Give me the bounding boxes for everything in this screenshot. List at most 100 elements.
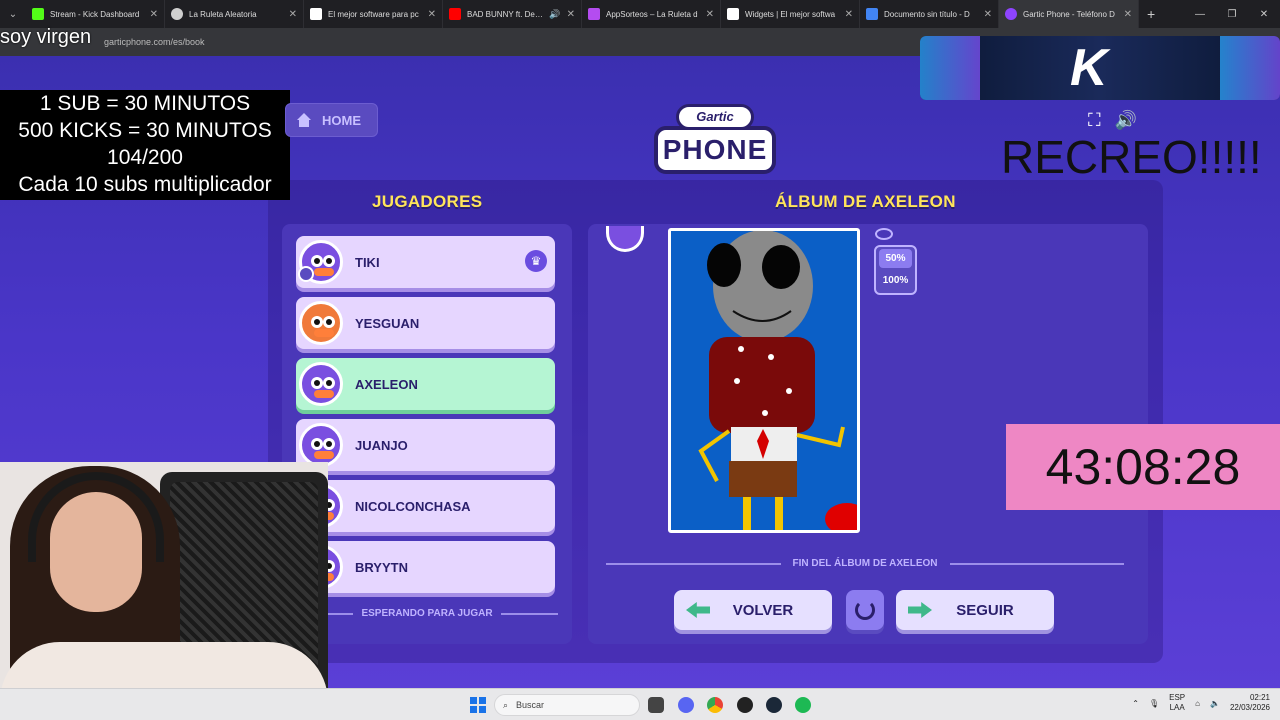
- close-tab-icon[interactable]: ✕: [428, 9, 436, 20]
- album-end-label: FIN DEL ÁLBUM DE AXELEON: [792, 558, 938, 569]
- volume-icon[interactable]: 🔊: [1115, 110, 1137, 131]
- lang-bottom: LAA: [1169, 703, 1185, 712]
- windows-start-icon[interactable]: [470, 697, 486, 713]
- taskbar-search[interactable]: ⌕ Buscar: [494, 694, 640, 716]
- alien-drawing-image: [671, 231, 857, 530]
- clock-time: 02:21: [1249, 693, 1270, 702]
- waiting-label: ESPERANDO PARA JUGAR: [361, 608, 493, 619]
- back-label: VOLVER: [732, 601, 794, 619]
- docs-favicon-icon: [866, 8, 878, 20]
- author-avatar: [606, 226, 644, 252]
- logo-top-text: Gartic: [676, 104, 754, 130]
- album-heading: ÁLBUM DE AXELEON: [775, 192, 956, 211]
- overlay-soy-text: soy virgen: [0, 26, 92, 48]
- close-tab-icon[interactable]: ✕: [567, 9, 575, 20]
- player-name: AXELEON: [355, 376, 418, 392]
- kick-favicon-icon: [32, 8, 44, 20]
- arrow-right-icon: [908, 602, 932, 618]
- player-card[interactable]: BRYYTN: [296, 541, 555, 593]
- home-icon: [296, 113, 312, 127]
- system-tray: ⌃ 🎙 ESP LAA ⌂ 🔈 02:21 22/03/2026: [1132, 693, 1270, 713]
- browser-tab[interactable]: AppSorteos – La Ruleta d ✕: [582, 0, 721, 28]
- player-name: NICOLCONCHASA: [355, 498, 471, 514]
- new-tab-icon[interactable]: +: [1147, 6, 1155, 22]
- eye-icon[interactable]: [875, 228, 893, 240]
- player-avatar: [299, 301, 343, 345]
- zoom-option-50[interactable]: 50%: [879, 249, 912, 268]
- discord-icon[interactable]: [678, 697, 694, 713]
- url-text[interactable]: garticphone.com/es/book: [104, 37, 205, 47]
- browser-tab-strip: ⌄ Stream - Kick Dashboard ✕ La Ruleta Ale…: [0, 0, 1280, 28]
- browser-tab[interactable]: Stream - Kick Dashboard ✕: [26, 0, 165, 28]
- player-card[interactable]: YESGUAN: [296, 297, 555, 349]
- player-avatar: [299, 362, 343, 406]
- player-card[interactable]: TIKI ♛: [296, 236, 555, 288]
- webcam-feed: [0, 462, 328, 720]
- youtube-favicon-icon: [449, 8, 461, 20]
- browser-tab[interactable]: Documento sin título - D ✕: [860, 0, 999, 28]
- language-indicator[interactable]: ESP LAA: [1169, 693, 1185, 713]
- banner-glitch: [920, 36, 980, 100]
- home-label: HOME: [322, 112, 361, 128]
- file-explorer-icon[interactable]: [648, 697, 664, 713]
- steam-icon[interactable]: [766, 697, 782, 713]
- subs-line: 1 SUB = 30 MINUTOS: [39, 92, 251, 115]
- gartic-phone-logo: PHONE Gartic: [654, 104, 776, 176]
- close-window-icon[interactable]: ✕: [1248, 0, 1280, 28]
- spotify-icon[interactable]: [795, 697, 811, 713]
- close-tab-icon[interactable]: ✕: [150, 9, 158, 20]
- tab-title: Documento sin título - D: [884, 9, 970, 19]
- player-card[interactable]: NICOLCONCHASA: [296, 480, 555, 532]
- minimize-icon[interactable]: —: [1184, 0, 1216, 28]
- app-favicon-icon: [310, 8, 322, 20]
- chevron-up-icon[interactable]: ⌃: [1132, 699, 1139, 708]
- host-user-icon: [298, 266, 314, 282]
- tab-search-menu-icon[interactable]: ⌄: [0, 0, 26, 28]
- obs-icon[interactable]: [737, 697, 753, 713]
- close-tab-icon[interactable]: ✕: [1124, 9, 1132, 20]
- divider-line: [949, 562, 1125, 565]
- zoom-option-100[interactable]: 100%: [876, 270, 915, 292]
- recreo-overlay-text: RECREO!!!!!: [1001, 131, 1262, 183]
- tab-title: El mejor software para pc: [328, 9, 419, 19]
- gartic-favicon-icon: [1005, 8, 1017, 20]
- clock[interactable]: 02:21 22/03/2026: [1230, 693, 1270, 713]
- search-icon: ⌕: [503, 699, 509, 710]
- browser-tab[interactable]: BAD BUNNY ft. Dei V 🔊 ✕: [443, 0, 582, 28]
- subathon-timer: 43:08:28: [1006, 424, 1280, 510]
- album-drawing: [668, 228, 860, 533]
- maximize-icon[interactable]: ❐: [1216, 0, 1248, 28]
- next-button[interactable]: SEGUIR: [896, 590, 1054, 630]
- tab-title: AppSorteos – La Ruleta d: [606, 9, 698, 19]
- search-placeholder: Buscar: [516, 700, 545, 710]
- divider-line: [606, 562, 781, 565]
- speaker-icon[interactable]: 🔊: [549, 9, 560, 20]
- players-heading: JUGADORES: [372, 192, 483, 211]
- refresh-icon: [855, 600, 875, 620]
- browser-tab[interactable]: Widgets | El mejor softwa ✕: [721, 0, 860, 28]
- player-card-active[interactable]: AXELEON: [296, 358, 555, 410]
- back-button[interactable]: VOLVER: [674, 590, 832, 630]
- arrow-left-icon: [686, 602, 710, 618]
- browser-tab[interactable]: El mejor software para pc ✕: [304, 0, 443, 28]
- chrome-icon[interactable]: [707, 697, 723, 713]
- microphone-icon[interactable]: 🎙: [1149, 699, 1159, 708]
- lang-top: ESP: [1169, 693, 1186, 702]
- fullscreen-icon[interactable]: ⛶: [1088, 110, 1101, 131]
- album-end-divider: FIN DEL ÁLBUM DE AXELEON: [606, 558, 1125, 569]
- volume-tray-icon[interactable]: 🔈: [1210, 699, 1220, 708]
- close-tab-icon[interactable]: ✕: [845, 9, 853, 20]
- game-top-icons: ⛶ 🔊: [1088, 110, 1137, 131]
- close-tab-icon[interactable]: ✕: [289, 9, 297, 20]
- tab-title: BAD BUNNY ft. Dei V: [467, 9, 544, 19]
- close-tab-icon[interactable]: ✕: [706, 9, 714, 20]
- browser-tab-active[interactable]: Gartic Phone - Teléfono D ✕: [999, 0, 1139, 28]
- home-button[interactable]: HOME: [285, 103, 378, 137]
- appsorteos-favicon-icon: [588, 8, 600, 20]
- browser-tab[interactable]: La Ruleta Aleatoria ✕: [165, 0, 304, 28]
- player-card[interactable]: JUANJO: [296, 419, 555, 471]
- subathon-info-box: 1 SUB = 30 MINUTOS 500 KICKS = 30 MINUTO…: [0, 90, 290, 200]
- refresh-button[interactable]: [846, 590, 884, 630]
- network-icon[interactable]: ⌂: [1195, 699, 1200, 708]
- close-tab-icon[interactable]: ✕: [984, 9, 992, 20]
